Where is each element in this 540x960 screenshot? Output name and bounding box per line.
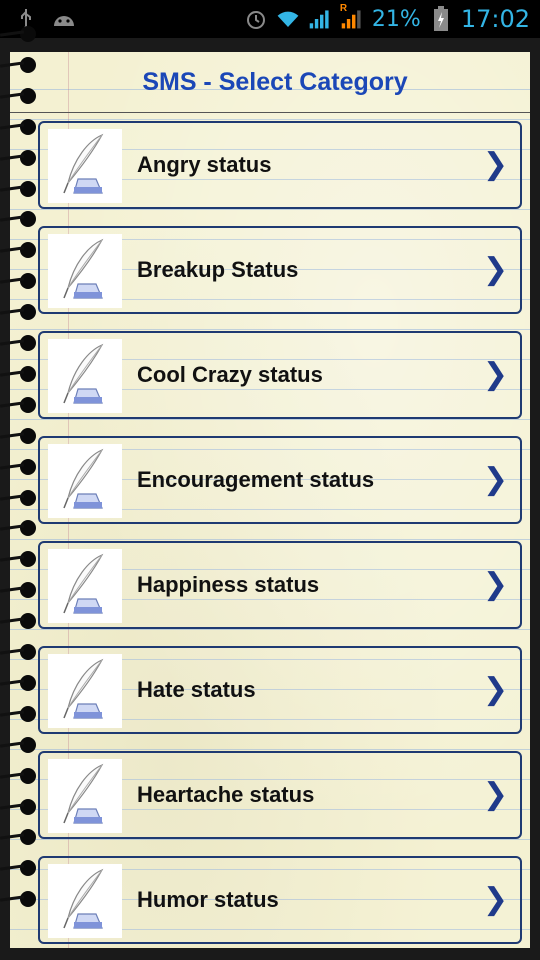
binder-ring — [20, 304, 36, 321]
chevron-right-icon: ❯ — [482, 777, 508, 812]
binder-ring — [20, 829, 36, 846]
category-item[interactable]: Encouragement status ❯ — [38, 436, 522, 524]
binder-ring — [20, 860, 36, 877]
quill-ink-icon — [48, 234, 122, 308]
category-label: Angry status — [137, 152, 272, 177]
wifi-icon — [276, 7, 300, 31]
binder-ring — [20, 551, 36, 568]
quill-ink-icon — [48, 129, 122, 203]
binder-ring — [20, 798, 36, 815]
quill-ink-icon — [48, 444, 122, 518]
chevron-right-icon: ❯ — [482, 882, 508, 917]
quill-ink-icon — [48, 549, 122, 623]
quill-ink-icon — [48, 864, 122, 938]
binder-ring — [20, 891, 36, 908]
android-icon — [52, 7, 76, 31]
binder-ring — [20, 644, 36, 660]
clock: 17:02 — [460, 5, 530, 33]
quill-ink-icon — [48, 339, 122, 413]
binder-ring — [20, 365, 36, 382]
binder-ring — [20, 736, 36, 753]
category-label: Cool Crazy status — [137, 362, 323, 387]
binder-ring — [20, 335, 36, 351]
page-title: SMS - Select Category — [142, 67, 408, 96]
chevron-right-icon: ❯ — [482, 357, 508, 392]
binder-ring — [20, 242, 36, 259]
binder-ring — [20, 613, 36, 630]
binder-ring — [20, 149, 36, 166]
binder-ring — [20, 56, 36, 73]
binder-ring — [20, 458, 36, 475]
category-label: Breakup Status — [137, 257, 299, 282]
category-item[interactable]: Angry status ❯ — [38, 121, 522, 209]
binder-ring — [20, 396, 36, 413]
battery-percent: 21% — [371, 6, 421, 32]
status-bar: R 21% 17:02 — [0, 0, 540, 38]
chevron-right-icon: ❯ — [482, 252, 508, 287]
binder-ring — [20, 26, 36, 42]
category-item[interactable]: Happiness status ❯ — [38, 541, 522, 629]
quill-ink-icon — [48, 759, 122, 833]
category-item[interactable]: Humor status ❯ — [38, 856, 522, 944]
binder-ring — [20, 582, 36, 599]
category-item[interactable]: Hate status ❯ — [38, 646, 522, 734]
binder-ring — [20, 520, 36, 537]
battery-charging-icon — [429, 6, 453, 31]
category-label: Hate status — [137, 677, 256, 702]
category-label: Humor status — [137, 887, 279, 912]
category-item[interactable]: Cool Crazy status ❯ — [38, 331, 522, 419]
binder-ring — [20, 767, 36, 784]
signal-roaming-icon: R — [340, 3, 364, 31]
binder-ring — [20, 87, 36, 104]
binder-ring — [20, 427, 36, 444]
category-label: Encouragement status — [137, 467, 375, 492]
chevron-right-icon: ❯ — [482, 147, 508, 182]
binder-ring — [20, 211, 36, 228]
chevron-right-icon: ❯ — [482, 462, 508, 497]
alarm-icon — [244, 7, 268, 31]
chevron-right-icon: ❯ — [482, 672, 508, 707]
header: SMS - Select Category — [10, 52, 530, 113]
roaming-indicator: R — [339, 3, 348, 14]
binder-ring — [20, 180, 36, 197]
quill-ink-icon — [48, 654, 122, 728]
binder-ring — [20, 118, 36, 135]
signal-icon — [308, 7, 332, 31]
binder-ring — [20, 705, 36, 722]
category-item[interactable]: Breakup Status ❯ — [38, 226, 522, 314]
chevron-right-icon: ❯ — [482, 567, 508, 602]
category-label: Heartache status — [137, 782, 315, 807]
binder-ring — [20, 489, 36, 506]
category-item[interactable]: Heartache status ❯ — [38, 751, 522, 839]
category-label: Happiness status — [137, 572, 320, 597]
binder-ring — [20, 674, 36, 691]
binder-ring — [20, 273, 36, 290]
